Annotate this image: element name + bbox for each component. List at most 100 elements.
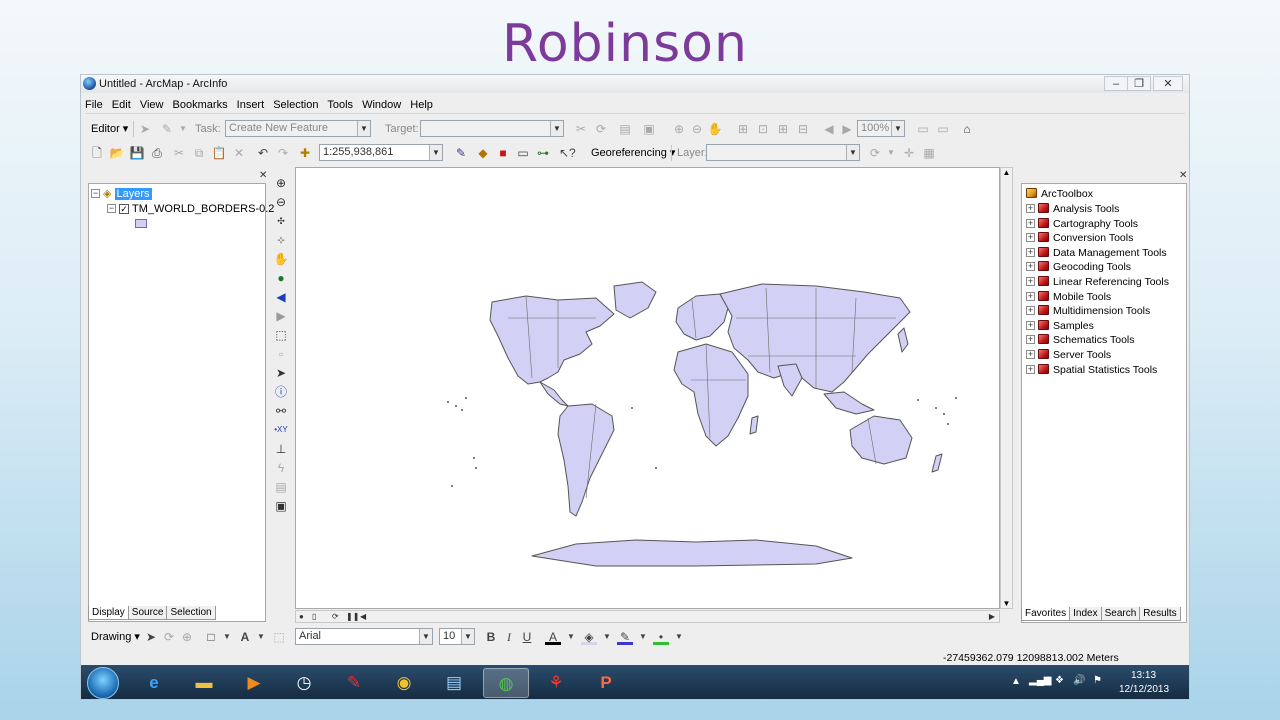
add-data-icon[interactable]: ✚ <box>297 145 313 161</box>
focus-data-frame-icon[interactable]: ▭ <box>935 121 951 137</box>
underline-button[interactable]: U <box>519 629 535 645</box>
sketch-pencil-icon[interactable]: ✎ <box>159 121 175 137</box>
expand-icon[interactable]: + <box>1026 247 1035 257</box>
rotate-georef-icon[interactable]: ⟳ <box>867 145 883 161</box>
expand-icon[interactable]: + <box>1026 320 1035 330</box>
layout-view-button[interactable]: ▯ <box>312 611 316 622</box>
marker-color-icon[interactable]: • <box>653 629 669 645</box>
copy-icon[interactable]: ⧉ <box>191 145 207 161</box>
menu-view[interactable]: View <box>140 99 164 111</box>
fixed-zoom-in-icon[interactable]: ⊞ <box>775 121 791 137</box>
tab-favorites[interactable]: Favorites <box>1021 607 1071 621</box>
fixed-zoom-out-icon[interactable]: ⊹ <box>273 232 289 248</box>
toolbox-item[interactable]: + Cartography Tools <box>1026 217 1138 231</box>
modelbuilder-icon[interactable]: ⊶ <box>535 145 551 161</box>
italic-button[interactable]: I <box>501 629 517 645</box>
collapse-icon[interactable]: − <box>91 189 100 198</box>
tab-index[interactable]: Index <box>1069 607 1102 621</box>
paste-icon[interactable]: 📋 <box>211 145 227 161</box>
menu-selection[interactable]: Selection <box>273 99 318 111</box>
font-color-icon[interactable]: A <box>545 629 561 645</box>
menu-insert[interactable]: Insert <box>237 99 265 111</box>
media-player-icon[interactable]: ▶ <box>231 668 277 698</box>
arctoolbox-root[interactable]: ArcToolbox <box>1026 187 1093 201</box>
sketch-properties-icon[interactable]: ▣ <box>641 121 657 137</box>
view-link-table-icon[interactable]: ▦ <box>921 145 937 161</box>
zoom-selected-icon[interactable]: ⊕ <box>179 629 195 645</box>
back-arrow-icon[interactable]: ◀ <box>273 289 289 305</box>
select-elements-icon[interactable]: ➤ <box>273 365 289 381</box>
edit-tool-icon[interactable]: ➤ <box>137 121 153 137</box>
zoom-in-icon[interactable]: ⊕ <box>273 175 289 191</box>
target-select[interactable]: ▼ <box>420 120 564 137</box>
map-scale-select[interactable]: 1:255,938,861 ▼ <box>319 144 443 161</box>
close-button[interactable]: ✕ <box>1153 76 1183 91</box>
arctoolbox-close-icon[interactable]: ✕ <box>1179 170 1187 181</box>
expand-icon[interactable]: + <box>1026 204 1035 213</box>
split-tool-icon[interactable]: ✂ <box>573 121 589 137</box>
collapse-icon[interactable]: − <box>107 204 116 213</box>
flag-icon[interactable]: ⚑ <box>1093 675 1102 686</box>
back-extent-icon[interactable]: ◀ <box>821 121 837 137</box>
expand-icon[interactable]: + <box>1026 277 1035 286</box>
change-layout-icon[interactable]: ⌂ <box>959 121 975 137</box>
toggle-draft-icon[interactable]: ▭ <box>915 121 931 137</box>
line-color-dropdown-icon[interactable]: ▼ <box>635 629 651 645</box>
marker-color-dropdown-icon[interactable]: ▼ <box>671 629 687 645</box>
font-size-select[interactable]: 10 ▼ <box>439 628 475 645</box>
find-binoculars-icon[interactable]: ⚯ <box>273 403 289 419</box>
toolbox-item[interactable]: + Server Tools <box>1026 348 1111 362</box>
layers-label[interactable]: Layers <box>114 188 152 200</box>
clock-app-icon[interactable]: ◷ <box>281 668 327 698</box>
acrobat-icon[interactable]: ⚘ <box>533 668 579 698</box>
menu-bookmarks[interactable]: Bookmarks <box>173 99 228 111</box>
rectangle-dropdown-icon[interactable]: ▼ <box>219 629 235 645</box>
redo-icon[interactable]: ↷ <box>275 145 291 161</box>
rotate-tool-icon[interactable]: ⟳ <box>593 121 609 137</box>
print-icon[interactable]: ⎙ <box>149 145 165 161</box>
hyperlink-lightning-icon[interactable]: ϟ <box>273 460 289 476</box>
table-of-contents-icon[interactable]: ◆ <box>475 145 491 161</box>
undo-icon[interactable]: ↶ <box>255 145 271 161</box>
html-popup-icon[interactable]: ▤ <box>273 479 289 495</box>
menu-help[interactable]: Help <box>410 99 433 111</box>
command-line-icon[interactable]: ▭ <box>515 145 531 161</box>
toolbox-item[interactable]: + Mobile Tools <box>1026 290 1111 304</box>
layer-symbol-swatch[interactable] <box>135 219 147 228</box>
toolbox-item[interactable]: + Geocoding Tools <box>1026 260 1131 274</box>
bold-button[interactable]: B <box>483 629 499 645</box>
expand-icon[interactable]: + <box>1026 350 1035 359</box>
internet-explorer-icon[interactable]: e <box>131 668 177 698</box>
network-icon[interactable]: ❖ <box>1055 675 1064 686</box>
sketch-dropdown-icon[interactable]: ▼ <box>175 121 191 137</box>
menu-tools[interactable]: Tools <box>327 99 353 111</box>
fixed-zoom-out-icon[interactable]: ⊟ <box>795 121 811 137</box>
expand-icon[interactable]: + <box>1026 262 1035 272</box>
file-explorer-icon[interactable]: ▬ <box>181 668 227 698</box>
menu-window[interactable]: Window <box>362 99 401 111</box>
whats-this-icon[interactable]: ↖? <box>559 145 576 161</box>
expand-icon[interactable]: + <box>1026 306 1035 316</box>
pan-hand-icon[interactable]: ✋ <box>273 251 289 267</box>
powerpoint-icon[interactable]: P <box>583 668 629 698</box>
add-control-points-icon[interactable]: ✛ <box>901 145 917 161</box>
zoom-out-icon[interactable]: ⊖ <box>273 194 289 210</box>
volume-icon[interactable]: 🔊 <box>1073 675 1085 686</box>
editor-menu[interactable]: Editor ▾ <box>91 120 128 138</box>
expand-icon[interactable]: + <box>1026 218 1035 228</box>
tab-display[interactable]: Display <box>88 606 129 620</box>
zoom-out-fixed-icon[interactable]: ⊖ <box>689 121 705 137</box>
toolbox-item[interactable]: + Multidimension Tools <box>1026 304 1150 318</box>
toolbox-item[interactable]: + Samples <box>1026 319 1094 333</box>
toolbox-item[interactable]: + Conversion Tools <box>1026 231 1133 245</box>
go-to-xy-icon[interactable]: •XY <box>273 422 289 438</box>
arctoolbox-icon[interactable]: ■ <box>495 145 511 161</box>
expand-icon[interactable]: + <box>1026 233 1035 243</box>
fixed-zoom-in-icon[interactable]: ✣ <box>273 213 289 229</box>
expand-icon[interactable]: + <box>1026 291 1035 301</box>
clock-time[interactable]: 13:13 <box>1131 670 1156 681</box>
start-button[interactable] <box>87 667 119 699</box>
cut-icon[interactable]: ✂ <box>171 145 187 161</box>
menu-file[interactable]: File <box>85 99 103 111</box>
refresh-view-icon[interactable]: ⟳ <box>332 611 339 622</box>
